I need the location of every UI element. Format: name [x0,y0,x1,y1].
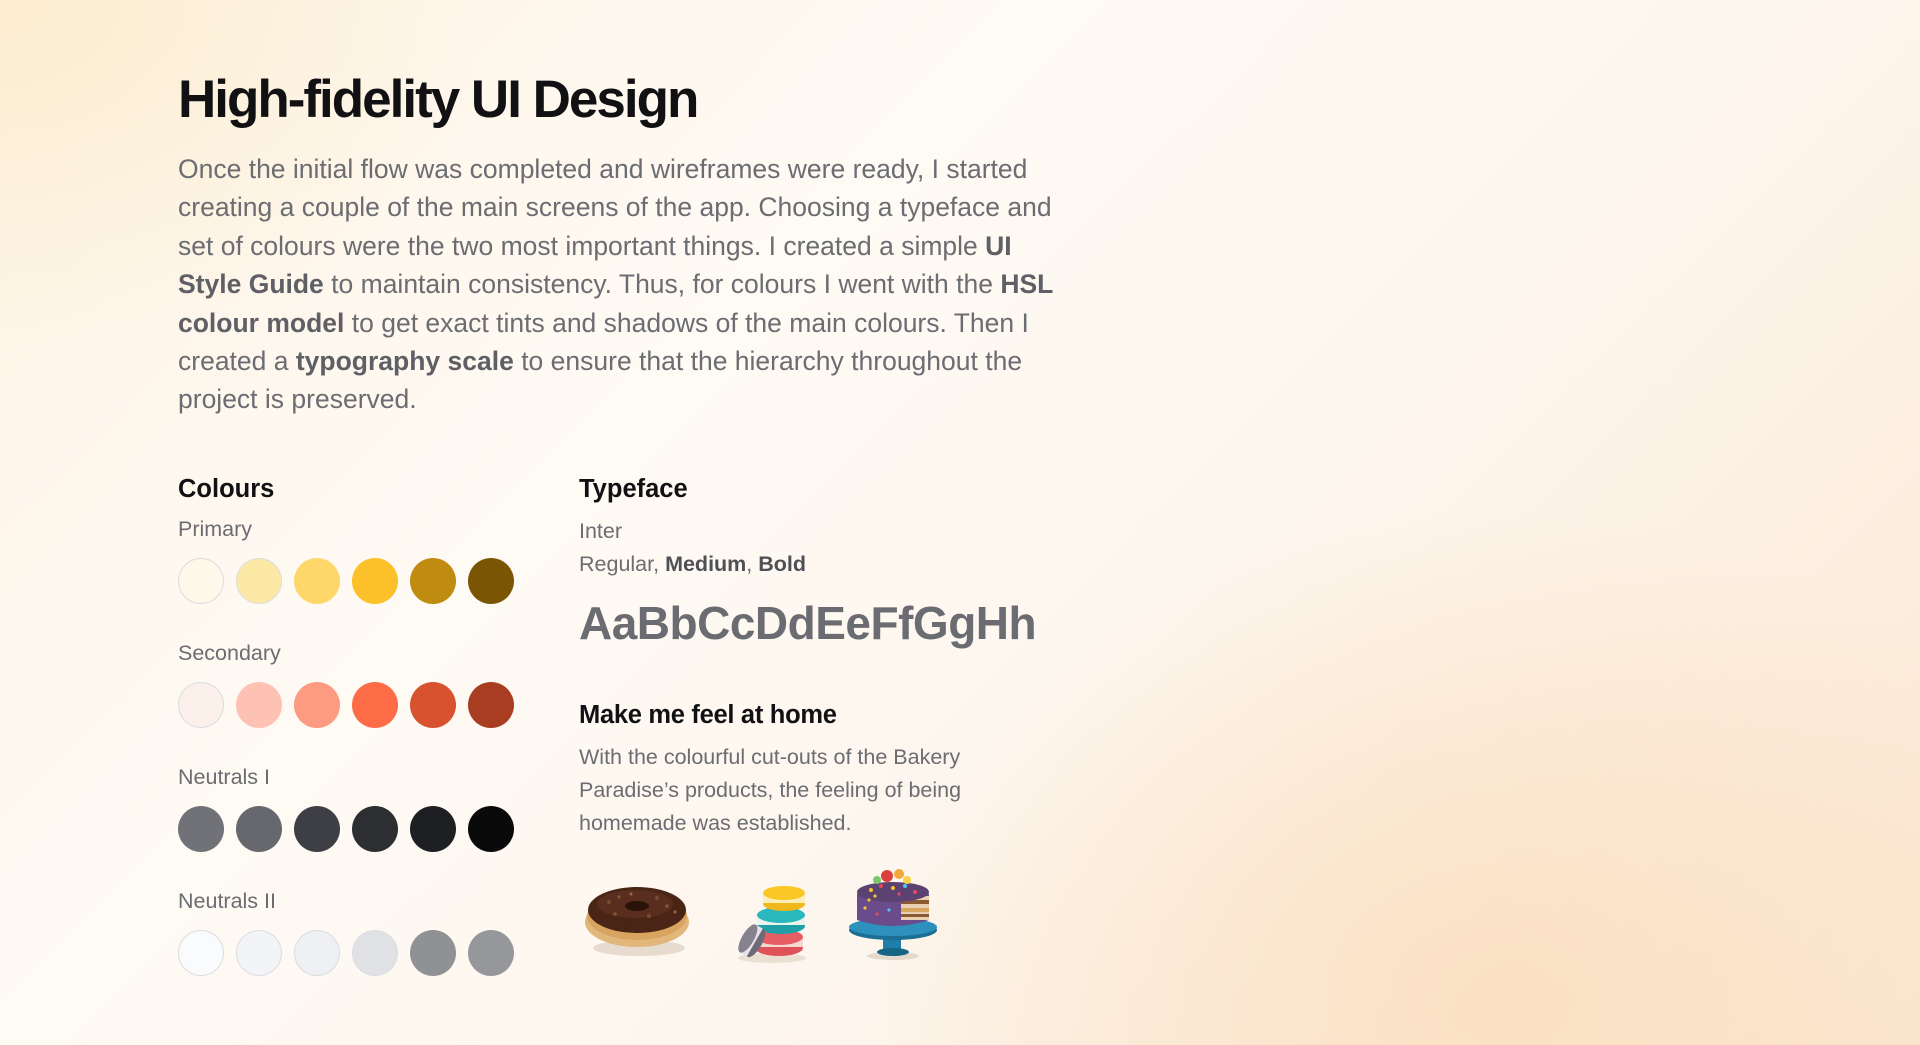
swatch-row [178,805,514,852]
typeface-section: Typeface Inter Regular, Medium, Bold AaB… [579,473,1079,974]
swatch-row [178,557,514,604]
colour-swatch [178,557,224,604]
typeface-weights: Regular, Medium, Bold [579,548,1079,581]
page-title: High-fidelity UI Design [178,70,699,129]
home-title: Make me feel at home [579,700,837,729]
colours-title: Colours [178,474,275,503]
colour-group-label: Neutrals I [178,764,271,789]
swatch-row [178,681,514,728]
colour-swatch [410,929,456,976]
colour-swatch [468,805,514,852]
colour-swatch [352,805,398,852]
colour-swatch [178,929,224,976]
colour-swatch [352,929,398,976]
intro-text: Once the initial flow was completed and … [178,154,1052,261]
swatch-row [178,929,514,976]
colour-swatch [468,557,514,604]
colour-group-secondary: Secondary [178,639,514,728]
colour-swatch [468,929,514,976]
weight-separator: , [746,551,759,576]
home-description: With the colourful cut-outs of the Baker… [579,744,962,835]
intro-paragraph: Once the initial flow was completed and … [178,150,1078,419]
colour-swatch [236,929,282,976]
weight-regular: Regular, [579,551,666,576]
colour-group-neutrals-1: Neutrals I [178,763,514,852]
typeface-sample: AaBbCcDdEeFfGgHh [579,596,1037,649]
colour-swatch [236,681,282,728]
colour-swatch [294,805,340,852]
intro-highlight: typography scale [295,346,514,377]
colour-swatch [236,805,282,852]
colour-swatch [294,557,340,604]
colours-section: Colours Primary Secondary Neutrals I Neu… [178,473,514,976]
weight-bold: Bold [758,551,807,576]
colour-swatch [352,681,398,728]
colour-swatch [178,805,224,852]
donut-image [585,886,689,956]
product-cutouts [579,864,1079,974]
colour-swatch [410,681,456,728]
typeface-title: Typeface [579,474,688,503]
colour-swatch [178,681,224,728]
colour-swatch [294,681,340,728]
colour-group-label: Secondary [178,640,281,665]
colour-swatch [468,681,514,728]
intro-text: to maintain consistency. Thus, for colou… [323,269,1001,300]
typeface-name: Inter [579,518,623,543]
cake-image [849,868,937,960]
content: High-fidelity UI Design Once the initial… [178,64,1078,1033]
colour-swatch [294,929,340,976]
colour-group-label: Primary [178,516,253,541]
macarons-image [738,885,806,963]
colour-swatch [410,805,456,852]
style-guide: Colours Primary Secondary Neutrals I Neu… [178,473,1078,1033]
weight-medium: Medium [665,551,747,576]
colour-swatch [410,557,456,604]
colour-swatch [352,557,398,604]
colour-group-neutrals-2: Neutrals II [178,887,514,976]
colour-group-primary: Primary [178,515,514,604]
colour-group-label: Neutrals II [178,888,276,913]
colour-swatch [236,557,282,604]
